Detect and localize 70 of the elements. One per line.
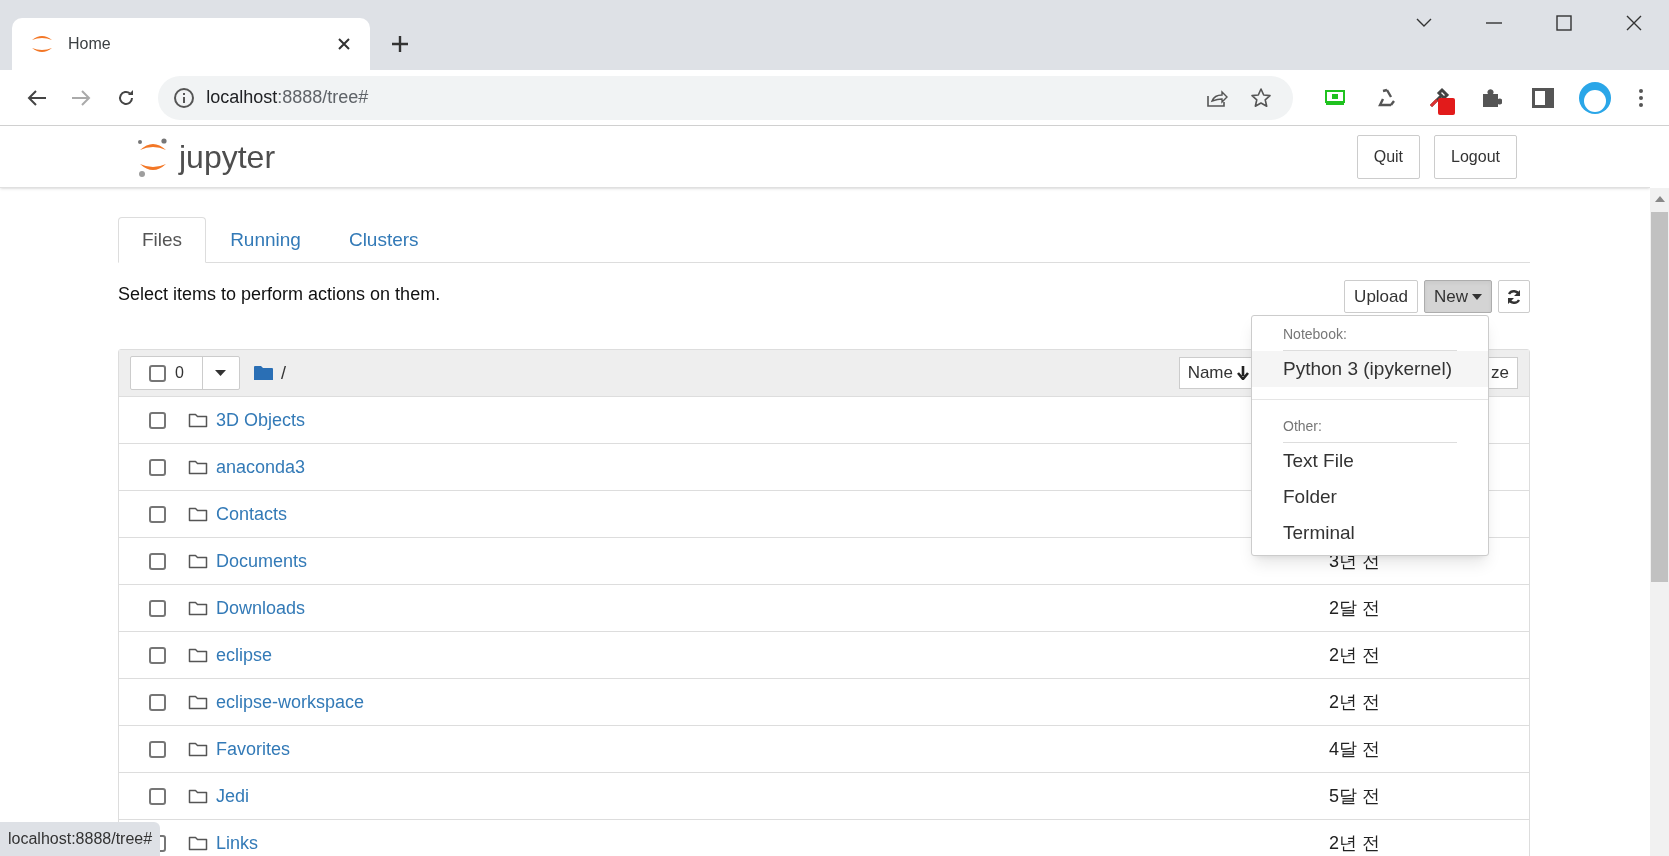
folder-icon: [188, 694, 208, 710]
avatar-icon[interactable]: [1577, 80, 1613, 115]
modified-time: 5달 전: [1329, 784, 1381, 808]
new-button[interactable]: New: [1424, 280, 1492, 313]
folder-icon: [188, 553, 208, 569]
modified-time: 2달 전: [1329, 596, 1381, 620]
header-button[interactable]: Logout: [1434, 134, 1517, 179]
modified-time: 4달 전: [1329, 737, 1381, 761]
address-bar[interactable]: localhost:8888/tree#: [158, 75, 1293, 120]
hint-text: Select items to perform actions on them.: [118, 283, 442, 306]
checkbox[interactable]: [149, 552, 166, 570]
checkbox[interactable]: [149, 505, 166, 523]
header-button[interactable]: Quit: [1356, 134, 1421, 179]
checkbox[interactable]: [149, 599, 166, 617]
folder-link[interactable]: Links: [216, 829, 259, 856]
modified-time: 2년 전: [1329, 690, 1381, 714]
upload-button[interactable]: Upload: [1344, 280, 1418, 313]
folder-link[interactable]: anaconda3: [216, 453, 306, 481]
folder-icon: [188, 412, 208, 428]
menu-item[interactable]: Text File: [1252, 443, 1488, 479]
caret-icon: [1472, 293, 1482, 300]
folder-link[interactable]: 3D Objects: [216, 406, 306, 434]
checkbox[interactable]: [149, 411, 166, 429]
selected-count: 0: [175, 363, 184, 383]
path-link[interactable]: /: [280, 359, 286, 387]
checkbox[interactable]: [149, 646, 166, 664]
caret-icon: [215, 370, 227, 376]
tab[interactable]: Clusters: [324, 217, 443, 263]
menu-item[interactable]: Folder: [1252, 479, 1488, 515]
folder-icon: [253, 365, 273, 381]
folder-link[interactable]: eclipse: [216, 641, 273, 669]
url-text: localhost:8888/tree#: [206, 86, 370, 109]
folder-icon: [188, 506, 208, 522]
modified-time: 2년 전: [1329, 643, 1381, 667]
folder-link[interactable]: Contacts: [216, 500, 288, 528]
folder-icon: [188, 647, 208, 663]
refresh-icon: [1506, 288, 1522, 305]
folder-link[interactable]: Downloads: [216, 594, 306, 622]
checkbox[interactable]: [149, 693, 166, 711]
tab[interactable]: Running: [206, 217, 325, 263]
tab[interactable]: Files: [118, 217, 207, 263]
checkbox[interactable]: [149, 740, 166, 758]
folder-icon: [188, 741, 208, 757]
status-url-tooltip: localhost:8888/tree#: [0, 822, 161, 856]
menu-item[interactable]: Terminal: [1252, 515, 1488, 551]
browser-tab[interactable]: Home: [12, 18, 370, 70]
folder-icon: [188, 835, 208, 851]
jupyter-logo[interactable]: jupyter: [135, 135, 276, 178]
folder-link[interactable]: Favorites: [216, 735, 291, 763]
jupyter-favicon-icon: [30, 33, 54, 55]
checkbox[interactable]: [149, 787, 166, 805]
scrollbar[interactable]: [1650, 188, 1669, 856]
close-icon[interactable]: [336, 36, 352, 52]
checkbox[interactable]: [149, 364, 166, 382]
info-icon: [174, 87, 195, 108]
folder-icon: [188, 788, 208, 804]
new-tab-icon[interactable]: [390, 34, 410, 54]
tab-title: Home: [68, 34, 112, 54]
folder-link[interactable]: eclipse-workspace: [216, 688, 365, 716]
scroll-up-icon[interactable]: [1654, 196, 1665, 202]
checkbox[interactable]: [149, 458, 166, 476]
folder-icon: [188, 600, 208, 616]
menu-item[interactable]: Python 3 (ipykernel): [1252, 351, 1488, 387]
folder-icon: [188, 459, 208, 475]
menu-section-label: Other:: [1283, 416, 1457, 443]
refresh-button[interactable]: [1498, 280, 1530, 313]
arrow-down-icon: [1237, 366, 1249, 380]
folder-link[interactable]: Documents: [216, 547, 308, 575]
folder-link[interactable]: Jedi: [216, 782, 250, 810]
modified-time: 2년 전: [1329, 831, 1381, 855]
